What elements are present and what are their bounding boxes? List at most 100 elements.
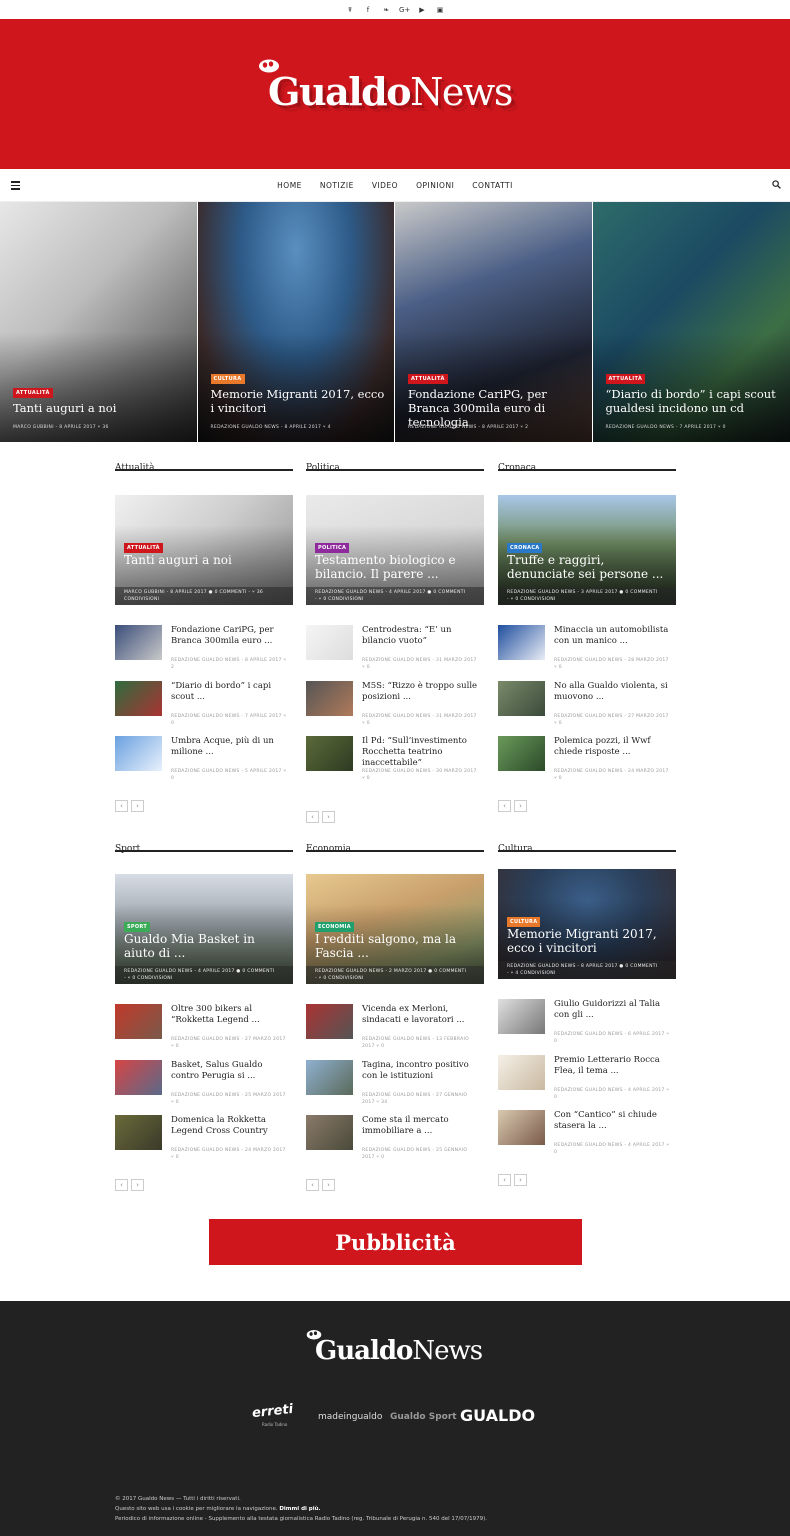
article-title[interactable]: Umbra Acque, più di un milione ... [171,736,293,758]
article-thumbnail[interactable] [498,736,545,771]
prev-button[interactable]: ‹ [115,800,128,812]
category-badge[interactable]: ATTUALITÀ [124,543,163,553]
category-badge[interactable]: POLITICA [315,543,350,553]
category-badge[interactable]: CRONACA [507,543,543,553]
list-item[interactable]: Basket, Salus Gualdo contro Perugia si .… [115,1059,293,1110]
article-thumbnail[interactable] [115,1115,162,1150]
article-thumbnail[interactable] [498,680,545,716]
list-item[interactable]: Premio Letterario Rocca Flea, il tema ..… [498,1054,676,1105]
article-title[interactable]: Domenica la Rokketta Legend Cross Countr… [171,1115,293,1137]
article-title[interactable]: Premio Letterario Rocca Flea, il tema ..… [554,1055,676,1077]
prev-button[interactable]: ‹ [306,1179,319,1191]
nav-item-video[interactable]: VIDEO [363,181,407,190]
partner-madeingualdo[interactable]: madeingualdo [318,1412,382,1422]
next-button[interactable]: › [131,1179,144,1191]
featured-title[interactable]: Truffe e raggiri, denunciate sei persone… [507,553,670,581]
article-title[interactable]: Centrodestra: “E’ un bilancio vuoto” [362,625,484,647]
featured-article[interactable]: CRONACA Truffe e raggiri, denunciate sei … [498,495,676,605]
prev-button[interactable]: ‹ [306,811,319,823]
category-badge[interactable]: CULTURA [507,917,541,927]
instagram-icon[interactable]: ▣ [435,5,445,15]
article-title[interactable]: Con “Cantico” si chiude stasera la ... [554,1110,676,1132]
list-item[interactable]: Vicenda ex Merloni, sindacati e lavorato… [306,1004,484,1054]
category-badge[interactable]: SPORT [124,922,151,932]
hero-title[interactable]: Memorie Migranti 2017, ecco i vincitori [211,387,387,415]
site-logo[interactable]: GualdoNews [258,57,538,127]
hero-slide[interactable]: CULTURA Memorie Migranti 2017, ecco i vin… [197,202,395,442]
nav-item-opinioni[interactable]: OPINIONI [407,181,463,190]
list-item[interactable]: M5S: “Rizzo è troppo sulle posizioni ...… [306,680,484,731]
youtube-icon[interactable]: ▶ [417,5,427,15]
rss-icon[interactable]: ☤ [345,5,355,15]
article-title[interactable]: M5S: “Rizzo è troppo sulle posizioni ... [362,681,484,703]
partner-erreti[interactable]: erreti [251,1402,293,1421]
list-item[interactable]: Minaccia un automobilista con un manico … [498,625,676,675]
next-button[interactable]: › [514,800,527,812]
next-button[interactable]: › [131,800,144,812]
article-thumbnail[interactable] [306,1115,353,1150]
prev-button[interactable]: ‹ [115,1179,128,1191]
hero-slide[interactable]: ATTUALITÀ “Diario di bordo” i capi scout … [592,202,790,442]
article-title[interactable]: Vicenda ex Merloni, sindacati e lavorato… [362,1004,484,1026]
footer-logo[interactable]: GualdoNews [306,1328,506,1372]
list-item[interactable]: “Diario di bordo” i capi scout ... REDAZI… [115,680,293,731]
article-thumbnail[interactable] [498,1054,545,1090]
cookie-more-link[interactable]: Dimmi di più. [279,1506,320,1512]
section-heading[interactable]: Sport [115,836,293,854]
hero-slide[interactable]: ATTUALITÀ Fondazione CariPG, per Branca 3… [395,202,593,442]
list-item[interactable]: Domenica la Rokketta Legend Cross Countr… [115,1115,293,1165]
featured-title[interactable]: I redditi salgono, ma la Fascia ... [315,932,478,960]
list-item[interactable]: Tagina, incontro positivo con le istituz… [306,1059,484,1110]
article-thumbnail[interactable] [306,625,353,660]
twitter-icon[interactable]: ❧ [381,5,391,15]
article-thumbnail[interactable] [115,625,162,660]
article-title[interactable]: Tagina, incontro positivo con le istituz… [362,1060,484,1082]
article-thumbnail[interactable] [498,625,545,660]
hero-title[interactable]: “Diario di bordo” i capi scout gualdesi … [606,387,783,415]
featured-article[interactable]: SPORT Gualdo Mia Basket in aiuto di ... RE… [115,874,293,984]
article-title[interactable]: Polemica pozzi, il Wwf chiede risposte .… [554,736,676,758]
section-heading[interactable]: Politica [306,455,484,473]
article-title[interactable]: “Diario di bordo” i capi scout ... [171,681,293,703]
category-badge[interactable]: ATTUALITÀ [605,374,646,384]
article-thumbnail[interactable] [498,999,545,1034]
article-thumbnail[interactable] [306,736,353,771]
partner-gualdo[interactable]: GUALDO [460,1406,535,1425]
prev-button[interactable]: ‹ [498,1174,511,1186]
article-thumbnail[interactable] [115,680,162,716]
featured-title[interactable]: Tanti auguri a noi [124,553,287,567]
article-title[interactable]: Basket, Salus Gualdo contro Perugia si .… [171,1060,293,1082]
list-item[interactable]: Come sta il mercato immobiliare a ... RED… [306,1115,484,1165]
hero-title[interactable]: Tanti auguri a noi [13,401,189,415]
nav-item-notizie[interactable]: NOTIZIE [311,181,363,190]
nav-item-contatti[interactable]: CONTATTI [463,181,522,190]
list-item[interactable]: Polemica pozzi, il Wwf chiede risposte .… [498,736,676,786]
category-badge[interactable]: ATTUALITÀ [408,374,448,384]
featured-title[interactable]: Gualdo Mia Basket in aiuto di ... [124,932,287,960]
ad-banner[interactable]: Pubblicità [209,1219,582,1265]
featured-title[interactable]: Testamento biologico e bilancio. Il pare… [315,553,478,581]
featured-article[interactable]: CULTURA Memorie Migranti 2017, ecco i vin… [498,869,676,979]
next-button[interactable]: › [322,1179,335,1191]
article-thumbnail[interactable] [115,1004,162,1039]
partner-gualdo-sport[interactable]: Gualdo Sport [390,1412,457,1422]
featured-article[interactable]: ECONOMIA I redditi salgono, ma la Fascia … [306,874,484,984]
article-title[interactable]: Fondazione CariPG, per Branca 300mila eu… [171,625,293,647]
hero-slide[interactable]: ATTUALITÀ Tanti auguri a noi MARCO GUBBINI… [0,202,198,442]
featured-article[interactable]: POLITICA Testamento biologico e bilancio.… [306,495,484,605]
article-thumbnail[interactable] [498,1110,545,1145]
section-heading[interactable]: Economia [306,836,484,854]
list-item[interactable]: Umbra Acque, più di un milione ... REDAZI… [115,736,293,786]
article-title[interactable]: Giulio Guidorizzi al Talia con gli ... [554,999,676,1021]
section-heading[interactable]: Cultura [498,836,676,854]
article-title[interactable]: Minaccia un automobilista con un manico … [554,625,676,647]
list-item[interactable]: Giulio Guidorizzi al Talia con gli ... RE… [498,999,676,1049]
list-item[interactable]: No alla Gualdo violenta, si muovono ... R… [498,680,676,731]
article-thumbnail[interactable] [306,1059,353,1095]
list-item[interactable]: Il Pd: “Sull’investimento Rocchetta teat… [306,736,484,786]
list-item[interactable]: Oltre 300 bikers al “Rokketta Legend ...… [115,1004,293,1054]
list-item[interactable]: Con “Cantico” si chiude stasera la ... RE… [498,1110,676,1160]
nav-item-home[interactable]: HOME [268,181,311,190]
featured-article[interactable]: ATTUALITÀ Tanti auguri a noi MARCO GUBBINI… [115,495,293,605]
article-title[interactable]: Oltre 300 bikers al “Rokketta Legend ... [171,1004,293,1026]
